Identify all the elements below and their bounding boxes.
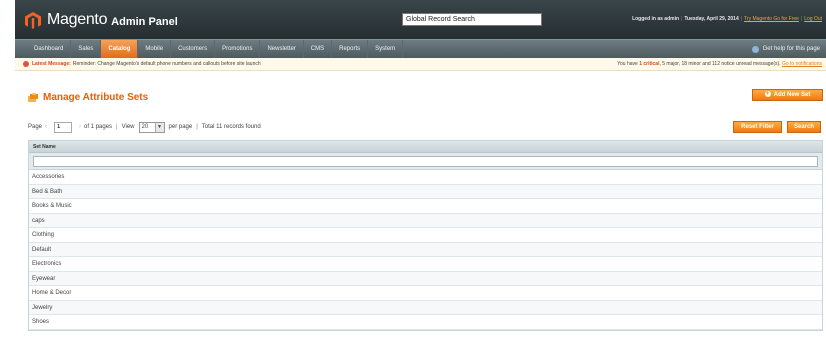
logo-subtitle: Admin Panel [111, 15, 178, 28]
pager: Page ‹ › of 1 pages | View 20 ▼ per page… [28, 121, 261, 133]
page-label: Page [28, 124, 43, 130]
view-label: View [121, 124, 135, 130]
logged-in-text: Logged in as admin [632, 16, 680, 22]
logo[interactable]: Magento Admin Panel [25, 11, 178, 29]
header-date: Tuesday, April 29, 2014 [684, 16, 739, 22]
table-row[interactable]: Accessories [29, 170, 822, 185]
table-row[interactable]: Books & Music [29, 199, 822, 214]
total-records: Total 11 records found [201, 124, 261, 130]
table-row[interactable]: Default [29, 242, 822, 257]
warning-icon [23, 61, 29, 67]
separator: | [116, 124, 118, 130]
critical-count: 1 critical [639, 61, 660, 67]
separator: | [800, 16, 803, 22]
column-header-set-name[interactable]: Set Name [29, 141, 822, 153]
magento-logo-icon [25, 11, 41, 29]
nav-cms[interactable]: CMS [304, 40, 333, 58]
nav-promotions[interactable]: Promotions [215, 40, 261, 58]
attribute-sets-grid: Set Name Accessories Bed & Bath Books & … [28, 140, 823, 331]
table-row[interactable]: Eyewear [29, 271, 822, 286]
set-name-filter-input[interactable] [33, 156, 818, 167]
per-page-select[interactable]: 20 ▼ [138, 121, 165, 133]
nav-newsletter[interactable]: Newsletter [260, 40, 304, 58]
table-row[interactable]: Shoes [29, 315, 822, 330]
plus-icon: + [764, 91, 771, 98]
nav-customers[interactable]: Customers [171, 40, 216, 58]
summary-post: , 5 major, 18 minor and 112 notice unrea… [659, 61, 781, 67]
notifications-link[interactable]: Go to notifications [782, 61, 822, 67]
nav-dashboard[interactable]: Dashboard [27, 40, 72, 58]
page-number-input[interactable] [54, 121, 73, 133]
grid-rows: Accessories Bed & Bath Books & Music cap… [29, 170, 822, 330]
separator: | [681, 16, 683, 22]
try-magento-go-link[interactable]: Try Magento Go for Free [744, 16, 799, 22]
nav-mobile[interactable]: Mobile [138, 40, 172, 58]
header-links: Logged in as admin | Tuesday, April 29, 20… [632, 16, 822, 22]
nav-system[interactable]: System [368, 40, 404, 58]
of-pages-text: of 1 pages [84, 124, 113, 130]
separator: | [196, 124, 198, 130]
separator: | [740, 16, 743, 22]
add-new-set-button[interactable]: + Add New Set [752, 89, 823, 101]
table-row[interactable]: Bed & Bath [29, 184, 822, 199]
per-page-value: 20 [141, 124, 149, 130]
global-search-input[interactable]: Global Record Search [402, 13, 542, 26]
nav-catalog[interactable]: Catalog [101, 40, 139, 58]
summary-pre: You have [617, 61, 638, 67]
nav-reports[interactable]: Reports [332, 40, 369, 58]
latest-message: Latest Message: Reminder: Change Magento… [23, 58, 261, 70]
table-row[interactable]: Jewelry [29, 300, 822, 315]
page-title: Manage Attribute Sets [43, 92, 149, 103]
attribute-set-icon [28, 93, 38, 102]
next-page-icon[interactable]: › [79, 124, 81, 130]
help-text: Get help for this page [762, 46, 820, 52]
main-nav: Dashboard Sales Catalog Mobile Customers… [15, 39, 826, 58]
latest-message-text: Reminder: Change Magento's default phone… [72, 61, 261, 67]
page-header: Manage Attribute Sets [28, 92, 148, 103]
prev-page-icon[interactable]: ‹ [45, 124, 47, 130]
per-page-label: per page [168, 124, 193, 130]
message-summary: You have 1 critical, 5 major, 18 minor a… [617, 58, 822, 70]
help-icon [751, 45, 759, 53]
latest-message-label: Latest Message: [32, 61, 71, 67]
help-link[interactable]: Get help for this page [751, 40, 820, 58]
table-row[interactable]: caps [29, 213, 822, 228]
header: Magento Admin Panel Global Record Search… [15, 0, 826, 39]
table-row[interactable]: Clothing [29, 228, 822, 243]
nav-sales[interactable]: Sales [71, 40, 102, 58]
message-bar: Latest Message: Reminder: Change Magento… [15, 58, 826, 71]
table-row[interactable]: Electronics [29, 257, 822, 272]
chevron-down-icon: ▼ [154, 122, 164, 132]
logout-link[interactable]: Log Out [804, 16, 822, 22]
reset-filter-button[interactable]: Reset Filter [733, 121, 782, 133]
table-row[interactable]: Home & Decor [29, 286, 822, 301]
add-new-set-label: Add New Set [773, 92, 811, 98]
filter-row [29, 153, 822, 170]
logo-text: Magento [47, 11, 108, 28]
search-button[interactable]: Search [787, 121, 821, 133]
